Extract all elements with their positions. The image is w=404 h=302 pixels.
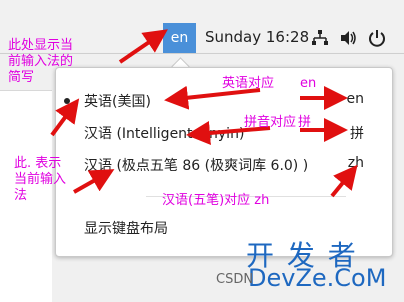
arrow-to-indicator <box>118 29 168 64</box>
annotation-english: 英语对应 <box>222 76 275 91</box>
annotation-english-code: en <box>300 76 317 91</box>
arrow-to-bullet <box>50 98 80 137</box>
watermark-csdn: CSDN <box>216 272 254 287</box>
arrow-wubi <box>73 169 115 194</box>
annotation-indicator: 此处显示当 前输入法的 简写 <box>8 38 74 85</box>
annotation-pinyin: 拼音对应 <box>244 115 297 130</box>
annotation-wubi: 汉语(五笔)对应 zh <box>162 193 270 208</box>
arrow-zh <box>330 164 358 198</box>
annotation-current-method: 此. 表示 当前输入 法 <box>14 156 67 203</box>
annotation-pinyin-code: 拼 <box>298 115 312 130</box>
watermark-logo: DevZe.CoM <box>248 264 387 292</box>
